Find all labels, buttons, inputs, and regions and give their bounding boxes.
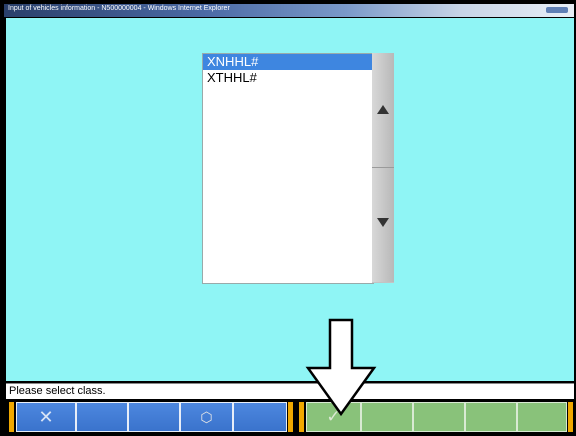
- title-bar: Input of vehicles information - N5000000…: [4, 4, 574, 17]
- toolbar-button-9[interactable]: [465, 402, 517, 432]
- class-listbox[interactable]: XNHHL# XTHHL#: [202, 53, 374, 284]
- list-item[interactable]: XNHHL#: [203, 54, 373, 70]
- list-scrollbar[interactable]: [372, 53, 394, 283]
- cube-icon: ⬡: [200, 409, 213, 425]
- toolbar-button-10[interactable]: [517, 402, 567, 432]
- scroll-up-button[interactable]: [372, 53, 394, 168]
- main-content: XNHHL# XTHHL#: [6, 18, 574, 381]
- toolbar-edge-left: [9, 402, 14, 432]
- toolbar-edge-right: [568, 402, 573, 432]
- window-close-button[interactable]: [546, 7, 568, 13]
- x-icon: ✕: [38, 407, 54, 427]
- bottom-toolbar: ✕ ⬡ ✓: [6, 400, 574, 434]
- toolbar-button-5[interactable]: [233, 402, 287, 432]
- arrow-down-icon: [377, 218, 389, 227]
- status-message: Please select class.: [9, 385, 106, 397]
- toolbar-button-8[interactable]: [413, 402, 465, 432]
- toolbar-button-3[interactable]: [128, 402, 180, 432]
- arrow-up-icon: [377, 105, 389, 114]
- browser-window: Input of vehicles information - N5000000…: [0, 0, 576, 436]
- scroll-down-button[interactable]: [372, 168, 394, 282]
- list-item[interactable]: XTHHL#: [203, 70, 373, 86]
- box-button[interactable]: ⬡: [180, 402, 233, 432]
- window-title: Input of vehicles information - N5000000…: [8, 5, 230, 12]
- pointer-arrow-icon: [305, 318, 377, 417]
- toolbar-button-2[interactable]: [76, 402, 128, 432]
- status-bar: Please select class.: [6, 383, 574, 399]
- cancel-button[interactable]: ✕: [16, 402, 76, 432]
- toolbar-edge-mid-left: [288, 402, 293, 432]
